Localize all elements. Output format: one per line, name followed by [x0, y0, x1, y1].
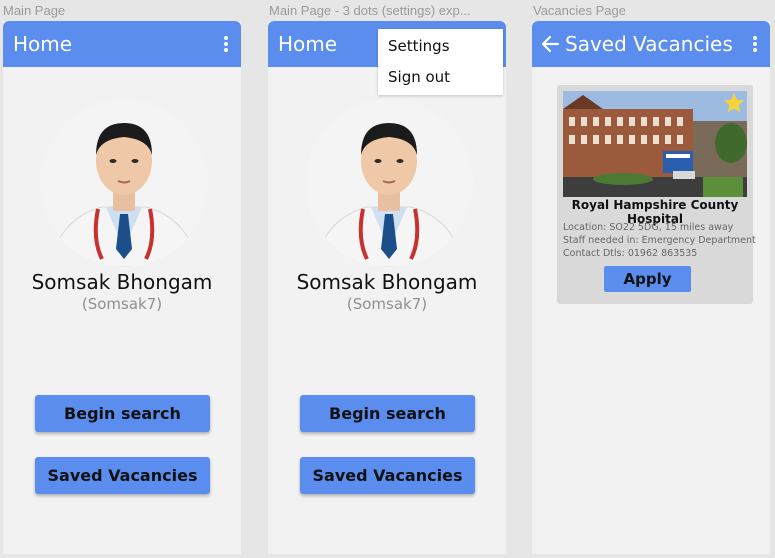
- vacancy-contact: Contact Dtls: 01962 863535: [563, 248, 698, 259]
- vacancy-staff-needed: Staff needed in: Emergency Department: [563, 235, 756, 246]
- page-title: Saved Vacancies: [565, 32, 733, 56]
- overflow-menu: Settings Sign out: [378, 29, 503, 95]
- menu-item-settings[interactable]: Settings: [388, 37, 450, 55]
- hospital-photo: [563, 91, 747, 197]
- begin-search-button[interactable]: Begin search: [300, 395, 475, 432]
- frame-label-main-page: Main Page: [3, 3, 66, 18]
- vacancy-location: Location: SO22 5DG, 15 miles away: [563, 222, 734, 233]
- page-title: Home: [278, 32, 338, 56]
- app-bar: Saved Vacancies: [532, 21, 770, 67]
- profile-name: Somsak Bhongam: [296, 270, 478, 294]
- saved-vacancies-button[interactable]: Saved Vacancies: [35, 457, 210, 494]
- kebab-menu-icon[interactable]: [752, 36, 758, 52]
- profile-username: (Somsak7): [346, 295, 428, 313]
- back-arrow-icon[interactable]: [540, 34, 560, 54]
- profile-name: Somsak Bhongam: [31, 270, 213, 294]
- saved-vacancies-button[interactable]: Saved Vacancies: [300, 457, 475, 494]
- doctor-portrait-icon: [40, 99, 208, 267]
- menu-item-sign-out[interactable]: Sign out: [388, 68, 450, 86]
- page-title: Home: [13, 32, 73, 56]
- main-page-screen: Home Somsak Bhongam (Somsak7) Begin sear…: [3, 21, 241, 554]
- profile-username: (Somsak7): [81, 295, 163, 313]
- doctor-portrait-icon: [305, 99, 473, 267]
- avatar: [40, 99, 208, 267]
- begin-search-button[interactable]: Begin search: [35, 395, 210, 432]
- frame-label-vacancies-page: Vacancies Page: [533, 3, 626, 18]
- apply-button[interactable]: Apply: [604, 266, 691, 292]
- kebab-menu-icon[interactable]: [223, 36, 229, 52]
- app-bar: Home: [3, 21, 241, 67]
- frame-label-settings-expanded: Main Page - 3 dots (settings) exp...: [269, 3, 471, 18]
- star-icon[interactable]: [723, 92, 745, 114]
- vacancies-page-screen: Saved Vacancies Royal Hampshire County H…: [532, 21, 770, 554]
- avatar: [305, 99, 473, 267]
- hospital-building-icon: [563, 91, 747, 197]
- main-page-settings-screen: Home Settings Sign out Somsak Bhongam (S…: [268, 21, 506, 554]
- vacancy-card[interactable]: Royal Hampshire County Hospital Location…: [557, 85, 756, 304]
